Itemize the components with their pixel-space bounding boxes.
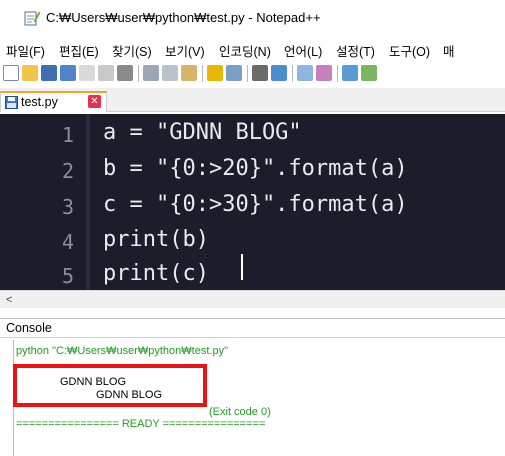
console-exit-code: (Exit code 0) [209,406,271,418]
code-line: b = "{0:>20}".format(a) [103,156,408,181]
menu-language[interactable]: 언어(L) [284,41,322,60]
save-all-icon[interactable] [60,65,76,81]
open-file-icon[interactable] [22,65,38,81]
line-number-gutter: 1 2 3 4 5 [0,114,90,290]
zoom-out-icon[interactable] [316,65,332,81]
zoom-in-icon[interactable] [297,65,313,81]
toolbar [0,62,505,86]
toolbar-separator [138,65,139,82]
replace-icon[interactable] [271,65,287,81]
toolbar-separator [247,65,248,82]
word-wrap-icon[interactable] [361,65,377,81]
code-line: c = "{0:>30}".format(a) [103,192,408,217]
horizontal-scrollbar[interactable]: < [0,290,505,308]
menu-search[interactable]: 찾기(S) [112,41,152,60]
tab-test-py[interactable]: test.py ✕ [0,91,107,112]
close-file-icon[interactable] [79,65,95,81]
menu-encoding[interactable]: 인코딩(N) [219,41,271,60]
tab-bar: test.py ✕ [0,88,505,112]
menu-tools[interactable]: 도구(O) [389,41,430,60]
code-editor[interactable]: 1 2 3 4 5 a = "GDNN BLOG" b = "{0:>20}".… [0,114,505,290]
line-number: 3 [61,195,74,219]
undo-icon[interactable] [207,65,223,81]
print-icon[interactable] [117,65,133,81]
line-number: 4 [61,230,74,254]
line-number: 1 [61,123,74,147]
toolbar-separator [202,65,203,82]
menu-edit[interactable]: 편집(E) [59,41,99,60]
text-caret [241,254,243,280]
code-line: a = "GDNN BLOG" [103,120,302,145]
line-number: 5 [61,264,74,288]
toolbar-separator [337,65,338,82]
console-panel-header: Console [0,318,505,338]
save-icon[interactable] [41,65,57,81]
paste-icon[interactable] [181,65,197,81]
tab-label: test.py [21,95,58,109]
menu-file[interactable]: 파일(F) [6,41,45,60]
fold-margin [86,114,90,290]
console-command: python "C:₩Users₩user₩python₩test.py" [16,345,228,357]
close-all-icon[interactable] [98,65,114,81]
console-ready-line: ================ READY ================ [16,418,266,430]
menu-macro[interactable]: 매 [443,41,455,60]
scroll-left-arrow-icon[interactable]: < [6,294,12,306]
annotation-highlight-box [13,364,207,407]
tab-close-icon[interactable]: ✕ [88,95,101,108]
code-line: print(b) [103,227,209,252]
line-number: 2 [61,159,74,183]
sync-scroll-icon[interactable] [342,65,358,81]
notepad-app-icon [24,11,40,26]
title-bar: C:₩Users₩user₩python₩test.py - Notepad++ [0,0,505,36]
redo-icon[interactable] [226,65,242,81]
copy-icon[interactable] [162,65,178,81]
window-title: C:₩Users₩user₩python₩test.py - Notepad++ [46,10,321,25]
menu-view[interactable]: 보기(V) [165,41,205,60]
saved-file-icon [5,96,18,109]
code-line: print(c) [103,261,209,286]
menu-settings[interactable]: 설정(T) [336,41,375,60]
menu-bar: 파일(F) 편집(E) 찾기(S) 보기(V) 인코딩(N) 언어(L) 설정(… [0,38,505,60]
console-title: Console [6,321,52,335]
find-icon[interactable] [252,65,268,81]
new-file-icon[interactable] [3,65,19,81]
toolbar-separator [292,65,293,82]
cut-icon[interactable] [143,65,159,81]
